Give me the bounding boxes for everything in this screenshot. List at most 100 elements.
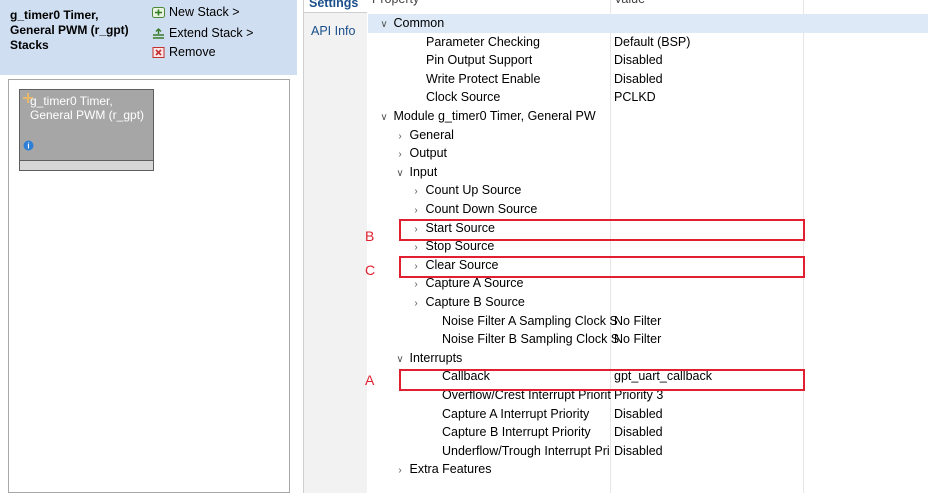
extend-stack-icon (152, 27, 165, 39)
tab-api-info-label: API Info (311, 24, 356, 38)
property-value[interactable]: No Filter (614, 312, 661, 331)
chevron-right-icon[interactable]: › (394, 461, 406, 479)
table-row[interactable]: › Extra Features (368, 460, 928, 479)
property-cell: Clock Source (394, 88, 500, 107)
property-value[interactable]: Disabled (614, 405, 663, 424)
property-cell: Pin Output Support (394, 51, 532, 70)
property-cell: Capture B Interrupt Priority (410, 423, 591, 442)
tab-column: Settings API Info (303, 0, 367, 493)
extend-stack-button[interactable]: Extend Stack > (152, 26, 253, 40)
property-label: Capture A Interrupt Priority (442, 406, 590, 421)
chevron-right-icon[interactable]: › (394, 145, 406, 163)
module-block[interactable]: g_timer0 Timer, General PWM (r_gpt) i (19, 89, 154, 171)
annotation-c: C (365, 262, 376, 278)
chevron-right-icon[interactable]: › (410, 275, 422, 293)
header-property: Property (372, 0, 419, 9)
property-cell: › Output (394, 144, 447, 163)
new-stack-label: New Stack > (169, 5, 240, 19)
property-label: Noise Filter B Sampling Clock S (442, 332, 620, 347)
table-row[interactable]: ∨ Common (368, 14, 928, 33)
property-value[interactable]: Disabled (614, 442, 663, 461)
module-label: g_timer0 Timer, General PWM (r_gpt) (30, 94, 145, 122)
property-label: Count Up Source (425, 183, 522, 198)
property-label: Common (393, 16, 445, 30)
property-cell: Noise Filter B Sampling Clock S (410, 330, 619, 349)
chevron-right-icon[interactable]: › (410, 294, 422, 312)
info-icon[interactable]: i (23, 140, 34, 154)
property-cell: › Count Up Source (410, 181, 521, 200)
table-row[interactable]: Noise Filter B Sampling Clock S No Filter (368, 330, 928, 349)
table-row[interactable]: Parameter Checking Default (BSP) (368, 33, 928, 52)
property-label: Pin Output Support (426, 53, 533, 68)
table-row[interactable]: Noise Filter A Sampling Clock S No Filter (368, 312, 928, 331)
property-label: Count Down Source (425, 202, 538, 216)
properties-table: Property Value ∨ CommonParameter Checkin… (365, 0, 937, 493)
property-label: Capture B Source (425, 295, 525, 309)
chevron-down-icon[interactable]: ∨ (378, 108, 390, 126)
property-value[interactable]: No Filter (614, 330, 661, 349)
chevron-right-icon[interactable]: › (410, 201, 422, 219)
property-cell: Parameter Checking (394, 33, 540, 52)
property-label: Capture B Interrupt Priority (442, 425, 591, 440)
property-label: Noise Filter A Sampling Clock S (442, 313, 618, 328)
table-row[interactable]: › General (368, 126, 928, 145)
stacks-canvas[interactable]: g_timer0 Timer, General PWM (r_gpt) i (8, 79, 290, 493)
table-row[interactable]: › Count Down Source (368, 200, 928, 219)
property-label: Write Protect Enable (426, 71, 541, 86)
property-cell: › Capture B Source (410, 293, 525, 312)
table-row[interactable]: ∨ Input (368, 163, 928, 182)
table-row[interactable]: Pin Output Support Disabled (368, 51, 928, 70)
table-row[interactable]: › Output (368, 144, 928, 163)
remove-button[interactable]: Remove (152, 45, 216, 59)
property-cell: › Extra Features (394, 460, 491, 479)
chevron-right-icon[interactable]: › (410, 182, 422, 200)
tab-api-info[interactable]: API Info (304, 22, 367, 42)
property-value[interactable]: Disabled (614, 423, 663, 442)
chevron-down-icon[interactable]: ∨ (378, 15, 390, 33)
property-label: General (409, 127, 454, 142)
property-value[interactable]: Default (BSP) (614, 33, 690, 52)
property-value[interactable]: Disabled (614, 70, 663, 89)
tab-settings-label: Settings (309, 0, 359, 10)
table-row[interactable]: Capture B Interrupt Priority Disabled (368, 423, 928, 442)
property-cell: › General (394, 126, 454, 145)
table-row[interactable]: › Count Up Source (368, 181, 928, 200)
property-value[interactable]: Disabled (614, 51, 663, 70)
module-footer (20, 160, 153, 170)
highlight-box-clear-source (399, 256, 805, 278)
property-value[interactable]: PCLKD (614, 88, 656, 107)
property-label: Interrupts (409, 350, 463, 365)
remove-label: Remove (169, 45, 216, 59)
table-row[interactable]: Clock Source PCLKD (368, 88, 928, 107)
property-cell: ∨ Interrupts (394, 349, 462, 368)
stacks-header: g_timer0 Timer, General PWM (r_gpt) Stac… (0, 0, 297, 75)
chevron-down-icon[interactable]: ∨ (394, 164, 406, 182)
table-row[interactable]: ∨ Module g_timer0 Timer, General PW (368, 107, 928, 126)
property-label: Module g_timer0 Timer, General PW (393, 109, 596, 123)
table-row[interactable]: Write Protect Enable Disabled (368, 70, 928, 89)
table-row[interactable]: › Capture B Source (368, 293, 928, 312)
property-cell: ∨ Input (394, 163, 437, 182)
chevron-down-icon[interactable]: ∨ (394, 350, 406, 368)
table-row[interactable]: Underflow/Trough Interrupt Pri Disabled (368, 442, 928, 461)
highlight-box-callback (399, 369, 805, 391)
property-cell: ∨ Module g_timer0 Timer, General PW (378, 107, 596, 126)
property-cell: ∨ Common (378, 14, 444, 33)
property-label: Output (409, 146, 448, 161)
property-cell: Underflow/Trough Interrupt Pri (410, 442, 610, 461)
new-stack-button[interactable]: New Stack > (152, 5, 240, 19)
table-row[interactable]: ∨ Interrupts (368, 349, 928, 368)
property-cell: › Count Down Source (410, 200, 537, 219)
table-header: Property Value (368, 0, 928, 9)
tab-settings[interactable]: Settings (304, 0, 367, 13)
property-label: Underflow/Trough Interrupt Pri (442, 443, 610, 458)
new-stack-icon (152, 6, 165, 18)
property-label: Extra Features (409, 462, 492, 477)
annotation-a: A (365, 372, 375, 388)
svg-text:i: i (27, 142, 29, 151)
extend-stack-label: Extend Stack > (169, 26, 254, 40)
annotation-b: B (365, 228, 375, 244)
chevron-right-icon[interactable]: › (394, 127, 406, 145)
table-row[interactable]: Capture A Interrupt Priority Disabled (368, 405, 928, 424)
property-label: Parameter Checking (426, 34, 540, 49)
